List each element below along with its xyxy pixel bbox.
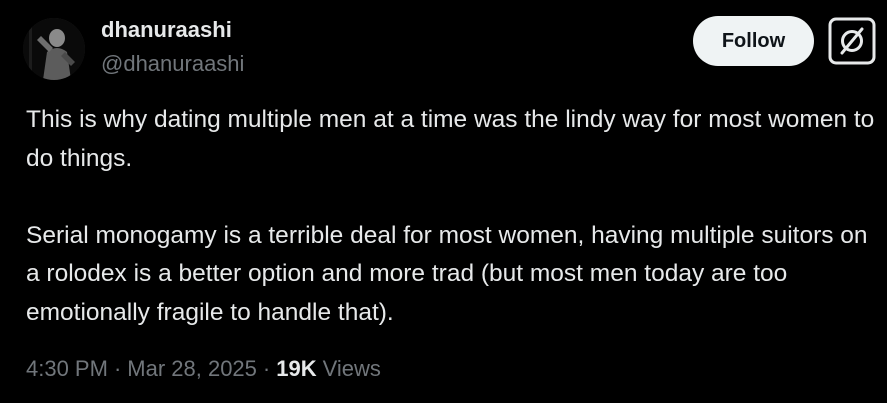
tweet-date[interactable]: Mar 28, 2025 — [127, 356, 257, 382]
tweet-text: This is why dating multiple men at a tim… — [26, 101, 876, 332]
author-avatar[interactable] — [23, 18, 85, 80]
tweet-paragraph: Serial monogamy is a terrible deal for m… — [26, 221, 868, 326]
grok-button[interactable] — [828, 17, 876, 65]
profile-photo — [23, 18, 85, 80]
author-display-name[interactable]: dhanuraashi — [101, 17, 232, 43]
tweet-meta: 4:30 PM · Mar 28, 2025 · 19K Views — [26, 356, 381, 382]
tweet-time[interactable]: 4:30 PM — [26, 356, 108, 382]
tweet-card: dhanuraashi @dhanuraashi Follow This is … — [0, 0, 887, 403]
tweet-paragraph: This is why dating multiple men at a tim… — [26, 106, 875, 172]
follow-button[interactable]: Follow — [693, 16, 814, 66]
meta-separator: · — [262, 356, 271, 381]
views-label: Views — [322, 356, 381, 381]
author-handle[interactable]: @dhanuraashi — [101, 51, 244, 77]
grok-icon — [828, 17, 876, 65]
meta-separator: · — [113, 356, 122, 381]
views-count: 19K — [276, 356, 317, 381]
